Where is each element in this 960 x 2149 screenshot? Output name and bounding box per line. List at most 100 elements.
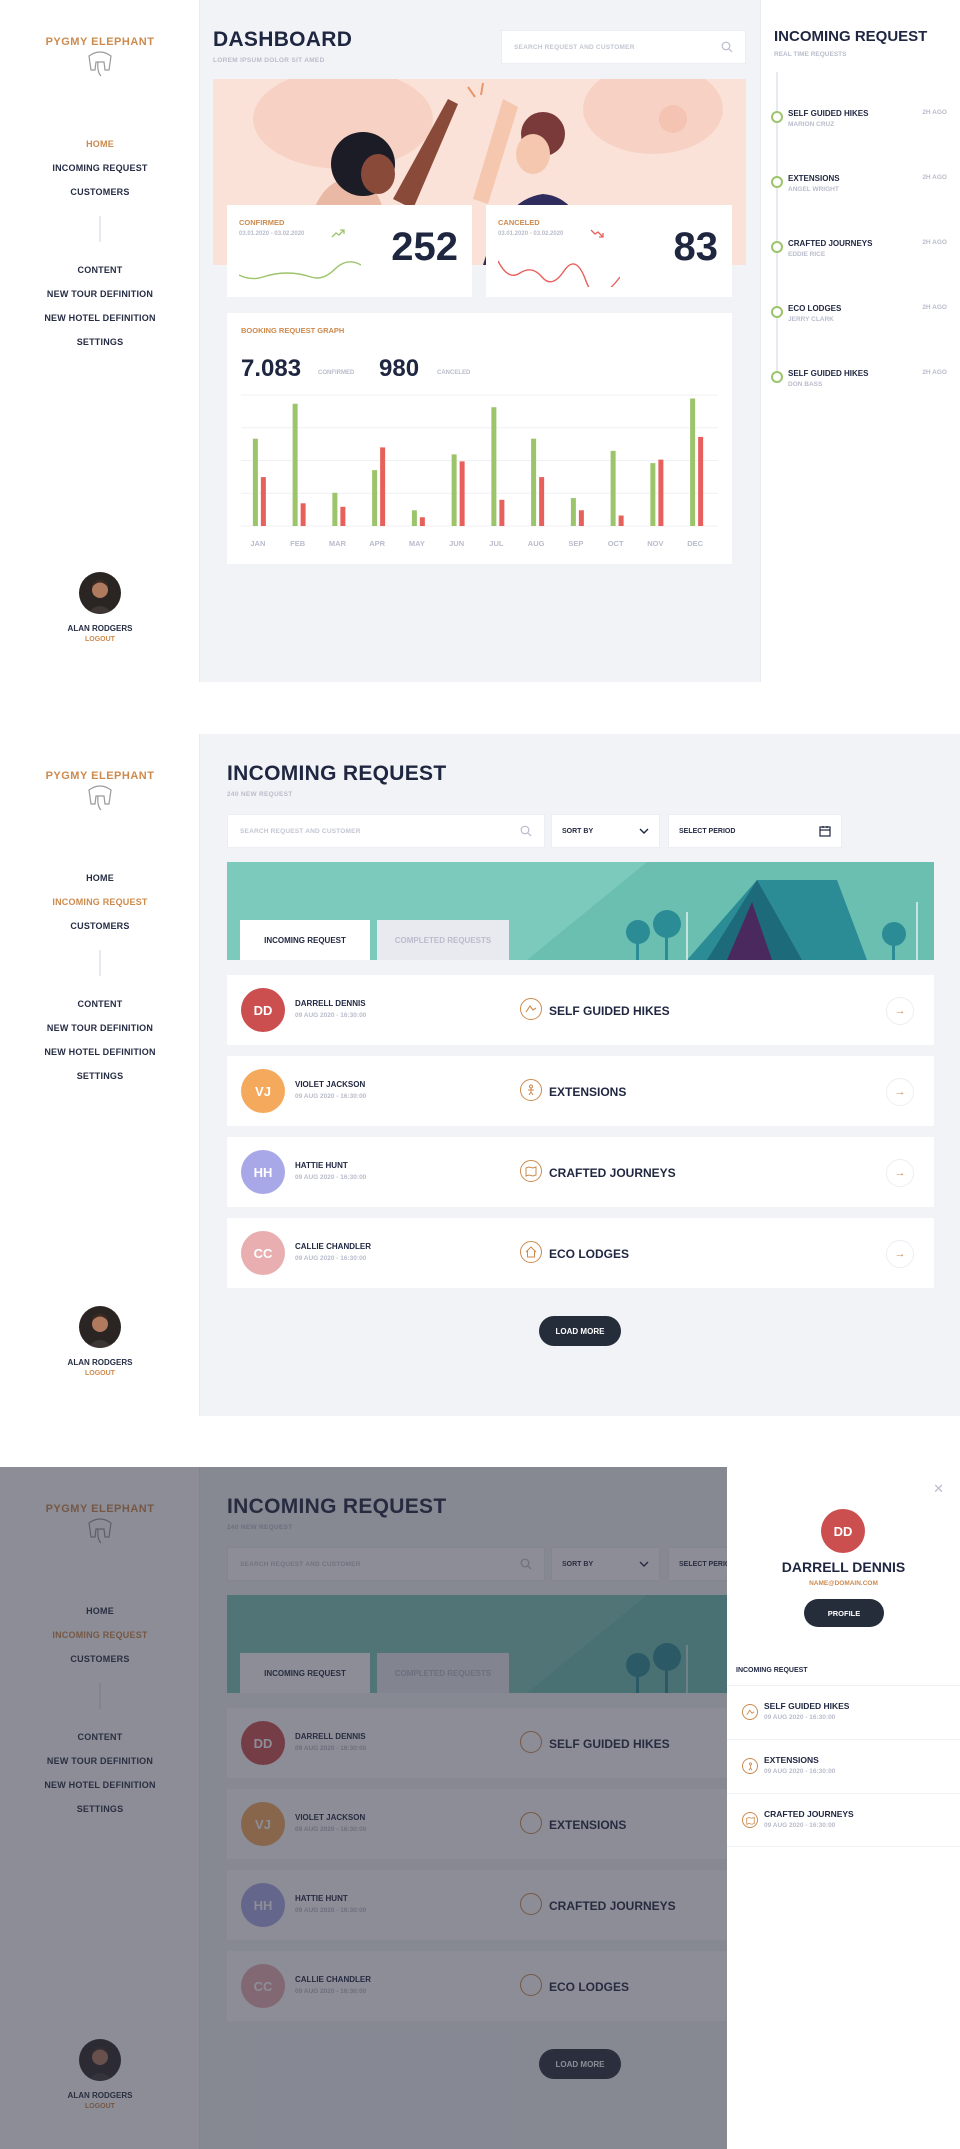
nav-home[interactable]: HOME: [0, 132, 200, 156]
bar-canceled-jun[interactable]: [459, 461, 465, 526]
arrow-right-icon[interactable]: →: [886, 1159, 914, 1187]
customer-drawer: ✕ DD DARRELL DENNIS NAME@DOMAIN.COM PROF…: [727, 1467, 960, 2149]
nav-content[interactable]: CONTENT: [0, 258, 200, 282]
timeline-item[interactable]: SELF GUIDED HIKES DON BASS 2H AGO: [761, 369, 960, 409]
bar-confirmed-jul[interactable]: [491, 407, 497, 526]
nav-settings[interactable]: SETTINGS: [0, 1064, 200, 1088]
search-input[interactable]: SEARCH REQUEST AND CUSTOMER: [501, 30, 746, 64]
modal-overlay[interactable]: [0, 1467, 727, 2149]
bar-canceled-jan[interactable]: [260, 477, 266, 526]
table-row[interactable]: VJ VIOLET JACKSON 09 AUG 2020 - 16:30:00…: [227, 1056, 934, 1126]
table-row[interactable]: DD DARRELL DENNIS 09 AUG 2020 - 16:30:00…: [227, 975, 934, 1045]
customer-drawer-screen: PYGMY ELEPHANT HOME INCOMING REQUEST CUS…: [0, 1467, 960, 2149]
customer-name: HATTIE HUNT: [295, 1161, 348, 1170]
nav-new-hotel-definition[interactable]: NEW HOTEL DEFINITION: [0, 1040, 200, 1064]
bar-confirmed-apr[interactable]: [372, 470, 378, 526]
nav-incoming-request[interactable]: INCOMING REQUEST: [0, 890, 200, 914]
bar-confirmed-jan[interactable]: [252, 438, 258, 526]
avatar: CC: [241, 1231, 285, 1275]
drawer-section-title: INCOMING REQUEST: [736, 1667, 808, 1674]
brand-logo[interactable]: PYGMY ELEPHANT: [40, 36, 160, 96]
drawer-avatar: DD: [821, 1509, 865, 1553]
nav-settings[interactable]: SETTINGS: [0, 330, 200, 354]
incoming-panel-subtitle: REAL TIME REQUESTS: [774, 51, 847, 58]
bar-canceled-aug[interactable]: [539, 477, 545, 526]
nav-new-hotel-definition[interactable]: NEW HOTEL DEFINITION: [0, 306, 200, 330]
bar-canceled-may[interactable]: [419, 517, 425, 526]
confirmed-card[interactable]: CONFIRMED 03.01.2020 - 03.02.2020 252: [227, 205, 472, 297]
drawer-request-item[interactable]: CRAFTED JOURNEYS 09 AUG 2020 - 16:30:00: [727, 1793, 960, 1847]
timeline-item[interactable]: EXTENSIONS ANGEL WRIGHT 2H AGO: [761, 174, 960, 214]
bar-canceled-nov[interactable]: [658, 459, 664, 526]
arrow-right-icon[interactable]: →: [886, 997, 914, 1025]
x-tick-label: OCT: [608, 539, 624, 548]
drawer-email[interactable]: NAME@DOMAIN.COM: [727, 1580, 960, 1587]
bar-confirmed-dec[interactable]: [690, 398, 696, 526]
brand-logo[interactable]: PYGMY ELEPHANT: [40, 770, 160, 830]
table-row[interactable]: CC CALLIE CHANDLER 09 AUG 2020 - 16:30:0…: [227, 1218, 934, 1288]
timeline-item[interactable]: CRAFTED JOURNEYS EDDIE RICE 2H AGO: [761, 239, 960, 279]
bar-confirmed-sep[interactable]: [570, 498, 576, 526]
nav-new-tour-definition[interactable]: NEW TOUR DEFINITION: [0, 1016, 200, 1040]
bar-confirmed-nov[interactable]: [650, 463, 656, 526]
close-icon[interactable]: ✕: [933, 1481, 944, 1497]
drawer-request-title: EXTENSIONS: [764, 1755, 819, 1765]
avatar: DD: [241, 988, 285, 1032]
nav-home[interactable]: HOME: [0, 866, 200, 890]
nav-divider: [99, 216, 101, 242]
arrow-right-icon[interactable]: →: [886, 1078, 914, 1106]
page-title: INCOMING REQUEST: [227, 762, 447, 785]
avatar[interactable]: [79, 1306, 121, 1348]
tab-incoming-request[interactable]: INCOMING REQUEST: [240, 920, 370, 960]
nav-customers[interactable]: CUSTOMERS: [0, 914, 200, 938]
avatar: HH: [241, 1150, 285, 1194]
bar-canceled-dec[interactable]: [698, 436, 704, 526]
period-picker[interactable]: SELECT PERIOD: [668, 814, 842, 848]
tabs-banner: INCOMING REQUEST COMPLETED REQUESTS: [227, 862, 934, 960]
logout-link[interactable]: LOGOUT: [0, 636, 200, 643]
elephant-icon: [88, 51, 112, 77]
bar-canceled-apr[interactable]: [380, 447, 386, 526]
bar-confirmed-jun[interactable]: [451, 454, 457, 526]
nav-customers[interactable]: CUSTOMERS: [0, 180, 200, 204]
timeline-name: ANGEL WRIGHT: [788, 186, 839, 193]
drawer-request-item[interactable]: EXTENSIONS 09 AUG 2020 - 16:30:00: [727, 1739, 960, 1793]
logo-text: PYGMY ELEPHANT: [45, 770, 155, 782]
bar-confirmed-feb[interactable]: [292, 403, 298, 526]
bar-confirmed-aug[interactable]: [531, 438, 537, 526]
profile-button[interactable]: PROFILE: [804, 1599, 884, 1627]
bar-confirmed-mar[interactable]: [332, 492, 338, 526]
timeline-title: SELF GUIDED HIKES: [788, 369, 869, 378]
timeline-item[interactable]: SELF GUIDED HIKES MARION CRUZ 2H AGO: [761, 109, 960, 149]
logo-text: PYGMY ELEPHANT: [45, 36, 155, 48]
search-placeholder: SEARCH REQUEST AND CUSTOMER: [514, 43, 635, 51]
nav-content[interactable]: CONTENT: [0, 992, 200, 1016]
confirmed-label: CONFIRMED: [239, 218, 285, 227]
bar-canceled-feb[interactable]: [300, 503, 306, 526]
tab-completed-requests[interactable]: COMPLETED REQUESTS: [377, 920, 509, 960]
user-name: ALAN RODGERS: [67, 624, 133, 633]
nav-new-tour-definition[interactable]: NEW TOUR DEFINITION: [0, 282, 200, 306]
table-row[interactable]: HH HATTIE HUNT 09 AUG 2020 - 16:30:00 CR…: [227, 1137, 934, 1207]
incoming-panel-title: INCOMING REQUEST: [774, 28, 928, 45]
avatar[interactable]: [79, 572, 121, 614]
canceled-card[interactable]: CANCELED 03.01.2020 - 03.02.2020 83: [486, 205, 732, 297]
bar-canceled-mar[interactable]: [340, 506, 346, 526]
bar-confirmed-oct[interactable]: [610, 450, 616, 526]
drawer-request-item[interactable]: SELF GUIDED HIKES 09 AUG 2020 - 16:30:00: [727, 1685, 960, 1739]
load-more-button[interactable]: LOAD MORE: [539, 1316, 621, 1346]
search-input[interactable]: SEARCH REQUEST AND CUSTOMER: [227, 814, 545, 848]
drawer-request-title: CRAFTED JOURNEYS: [764, 1809, 854, 1819]
timeline-item[interactable]: ECO LODGES JERRY CLARK 2H AGO: [761, 304, 960, 344]
dashboard-screen: PYGMY ELEPHANT HOME INCOMING REQUEST CUS…: [0, 0, 960, 682]
timeline-title: ECO LODGES: [788, 304, 842, 313]
bar-canceled-sep[interactable]: [578, 510, 584, 526]
bar-confirmed-may[interactable]: [411, 510, 417, 526]
bar-canceled-jul[interactable]: [499, 499, 505, 526]
sort-by-dropdown[interactable]: SORT BY: [551, 814, 660, 848]
bar-canceled-oct[interactable]: [618, 515, 624, 526]
customer-name: VIOLET JACKSON: [295, 1080, 366, 1089]
nav-incoming-request[interactable]: INCOMING REQUEST: [0, 156, 200, 180]
logout-link[interactable]: LOGOUT: [0, 1370, 200, 1377]
arrow-right-icon[interactable]: →: [886, 1240, 914, 1268]
